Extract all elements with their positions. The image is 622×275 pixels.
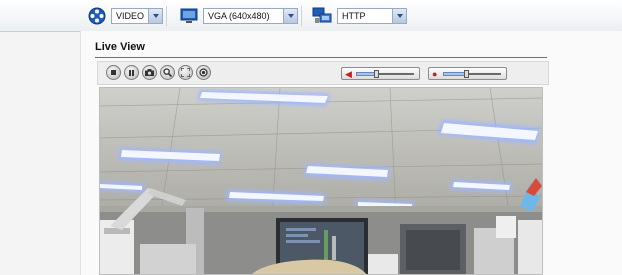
network-computer-icon	[312, 7, 332, 25]
snapshot-button[interactable]	[142, 65, 157, 80]
film-reel-icon	[88, 7, 106, 25]
zoom-icon	[163, 68, 172, 77]
microphone-icon: ●	[432, 69, 438, 79]
mic-volume-thumb[interactable]	[464, 70, 469, 78]
toolbar-separator	[166, 6, 167, 26]
speaker-icon: ◀	[345, 69, 352, 79]
stop-icon	[111, 70, 116, 75]
speaker-volume-slider[interactable]: ◀	[341, 67, 420, 80]
live-video-feed[interactable]	[99, 87, 543, 275]
resolution-value: VGA (640x480)	[208, 11, 270, 21]
mic-volume-slider[interactable]: ●	[428, 67, 507, 80]
page-title: Live View	[95, 41, 145, 53]
zoom-button[interactable]	[160, 65, 175, 80]
chevron-down-icon[interactable]	[392, 9, 406, 23]
resolution-select[interactable]: VGA (640x480)	[203, 8, 298, 24]
camera-feed-image	[100, 88, 542, 274]
monitor-icon	[180, 7, 198, 25]
chevron-down-icon[interactable]	[283, 9, 297, 23]
camera-snapshot-icon	[145, 69, 154, 76]
pause-button[interactable]	[124, 65, 139, 80]
mic-volume-fill	[443, 72, 466, 76]
stop-button[interactable]	[106, 65, 121, 80]
pause-icon	[129, 69, 134, 76]
resolution-group: VGA (640x480)	[180, 7, 298, 25]
top-toolbar: VIDEO VGA (640x480) HTTP	[0, 0, 622, 32]
stream-type-value: VIDEO	[116, 11, 145, 21]
video-control-bar: ◀ ●	[97, 61, 549, 85]
stream-type-group: VIDEO	[88, 7, 163, 25]
fullscreen-button[interactable]	[178, 65, 193, 80]
toolbar-separator	[301, 6, 302, 26]
live-view-panel: Live View ◀ ●	[80, 31, 622, 275]
speaker-volume-fill	[356, 72, 376, 76]
title-divider	[95, 57, 547, 58]
stream-type-select[interactable]: VIDEO	[111, 8, 163, 24]
record-button[interactable]	[196, 65, 211, 80]
protocol-value: HTTP	[342, 11, 366, 21]
chevron-down-icon[interactable]	[148, 9, 162, 23]
protocol-group: HTTP	[312, 7, 407, 25]
protocol-select[interactable]: HTTP	[337, 8, 407, 24]
record-icon	[199, 68, 208, 77]
fullscreen-icon	[181, 68, 190, 77]
speaker-volume-thumb[interactable]	[374, 70, 379, 78]
